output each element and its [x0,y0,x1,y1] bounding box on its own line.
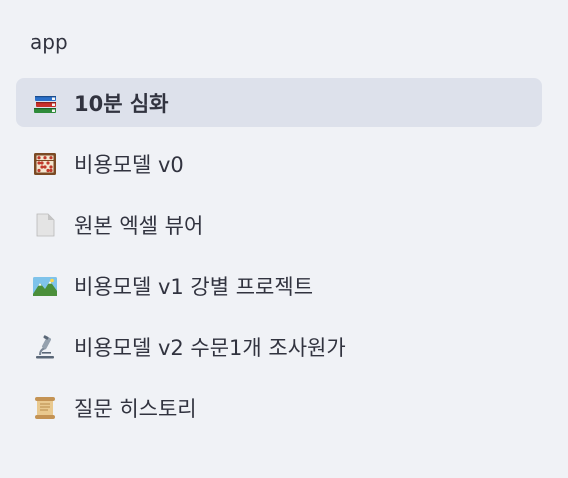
document-icon [31,211,59,239]
sidebar-item-label: 10분 심화 [74,91,169,116]
landscape-icon [31,272,59,300]
sidebar-item-label: 비용모델 v2 수문1개 조사원가 [74,335,346,360]
books-icon [31,89,59,117]
sidebar-item-question-history[interactable]: 질문 히스토리 [16,383,542,432]
sidebar-nav: app 10분 심화 비용모델 v0 원본 엑셀 뷰어 비용모델 v1 강별 프… [16,24,542,444]
sidebar-item-excel-viewer[interactable]: 원본 엑셀 뷰어 [16,200,542,249]
sidebar-item-label: 비용모델 v0 [74,152,184,177]
scroll-icon [31,394,59,422]
sidebar-item-cost-model-v2[interactable]: 비용모델 v2 수문1개 조사원가 [16,322,542,371]
sidebar-item-label: 질문 히스토리 [74,396,197,421]
page-list: 10분 심화 비용모델 v0 원본 엑셀 뷰어 비용모델 v1 강별 프로젝트 … [16,78,542,432]
sidebar-item-cost-model-v0[interactable]: 비용모델 v0 [16,139,542,188]
app-label[interactable]: app [16,24,542,60]
sidebar-item-label: 비용모델 v1 강별 프로젝트 [74,274,314,299]
sidebar-item-cost-model-v1[interactable]: 비용모델 v1 강별 프로젝트 [16,261,542,310]
sidebar-item-10min-deep-dive[interactable]: 10분 심화 [16,78,542,127]
sidebar-item-label: 원본 엑셀 뷰어 [74,213,204,238]
abacus-icon [31,150,59,178]
microscope-icon [31,333,59,361]
